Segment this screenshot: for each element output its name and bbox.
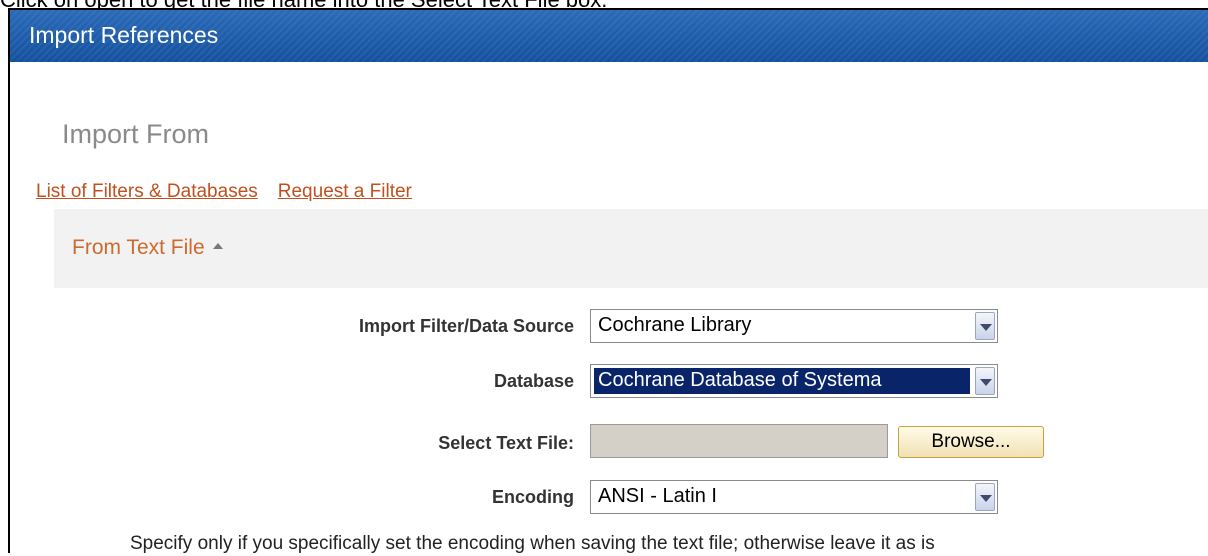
encoding-value: ANSI - Latin I	[598, 485, 717, 507]
section-header: From Text File	[54, 209, 1208, 288]
window-title: Import References	[29, 22, 219, 48]
text-file-label: Select Text File:	[438, 433, 574, 453]
chevron-down-icon[interactable]	[975, 312, 995, 340]
import-references-window: Import References Import From List of Fi…	[8, 8, 1208, 554]
encoding-select[interactable]: ANSI - Latin I	[590, 480, 998, 514]
import-filter-value: Cochrane Library	[598, 314, 752, 336]
database-value: Cochrane Database of Systema	[594, 368, 970, 394]
import-filter-label: Import Filter/Data Source	[358, 316, 574, 336]
chevron-down-icon[interactable]	[975, 367, 995, 395]
encoding-label: Encoding	[492, 487, 574, 507]
database-select[interactable]: Cochrane Database of Systema	[590, 364, 998, 398]
links-row: List of Filters & Databases Request a Fil…	[36, 180, 412, 204]
section-toggle[interactable]: From Text File	[72, 234, 223, 262]
browse-button[interactable]: Browse...	[898, 426, 1044, 458]
text-file-input[interactable]	[590, 424, 888, 458]
chevron-down-icon[interactable]	[975, 483, 995, 511]
import-filter-select[interactable]: Cochrane Library	[590, 309, 998, 343]
caret-up-icon	[212, 243, 223, 249]
encoding-note: Specify only if you specifically set the…	[130, 533, 935, 554]
database-label: Database	[493, 371, 574, 391]
section-title: From Text File	[72, 236, 205, 259]
window-titlebar: Import References	[10, 10, 1208, 62]
page-heading: Import From	[62, 119, 210, 149]
request-filter-link[interactable]: Request a Filter	[278, 181, 412, 202]
filters-databases-link[interactable]: List of Filters & Databases	[36, 181, 258, 202]
